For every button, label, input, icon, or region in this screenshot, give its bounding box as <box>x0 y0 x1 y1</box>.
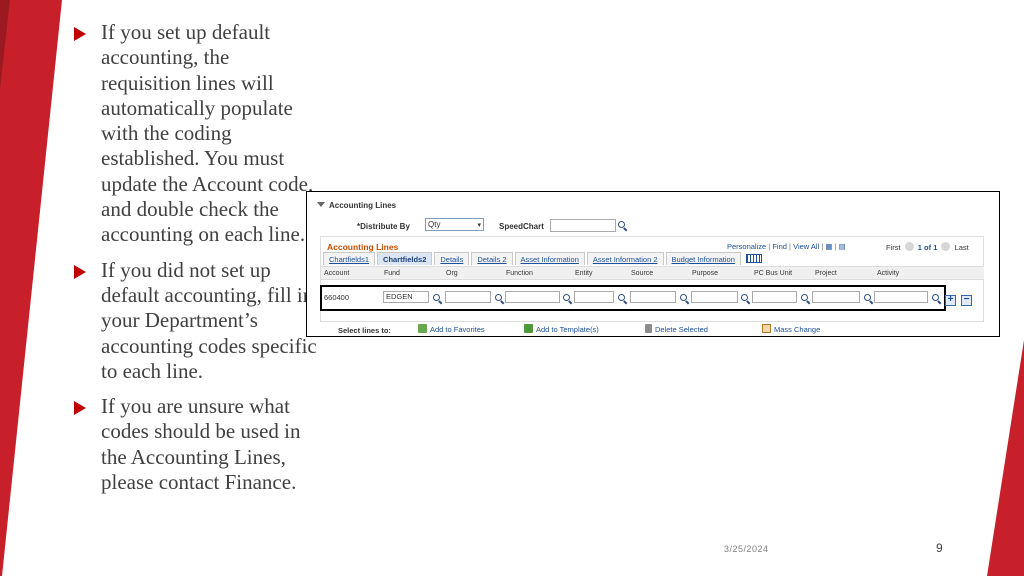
triangle-bullet-icon <box>74 264 86 279</box>
select-lines-label: Select lines to: <box>338 326 391 335</box>
tab-chartfields1[interactable]: Chartfields1 <box>323 252 376 265</box>
column-header: Source <box>631 270 654 277</box>
add-row-button[interactable]: + <box>945 295 956 306</box>
speedchart-input[interactable] <box>550 219 616 232</box>
column-header-row: Account Fund Org Function Entity Source … <box>321 266 984 280</box>
slide-page-number: 9 <box>936 541 943 555</box>
personalize-link[interactable]: Personalize <box>727 242 766 251</box>
previous-arrow-icon[interactable] <box>904 242 914 251</box>
grid-links: Personalize | Find | View All | ▦ | ▤ <box>727 242 846 251</box>
grid-tabs: Chartfields1 Chartfields2 Details Detail… <box>323 252 762 265</box>
column-header: Purpose <box>692 270 719 277</box>
column-header: Function <box>506 270 533 277</box>
bullet-item: If you are unsure what codes should be u… <box>74 394 319 495</box>
mass-change-link[interactable]: Mass Change <box>762 324 820 334</box>
first-link[interactable]: First <box>886 243 901 252</box>
distribute-by-select[interactable]: Qty ▾ <box>425 218 484 231</box>
triangle-bullet-icon <box>74 401 86 416</box>
view-all-link[interactable]: View All <box>793 242 819 251</box>
tab-details[interactable]: Details <box>434 252 470 265</box>
last-link[interactable]: Last <box>955 243 969 252</box>
grid-navigation: First 1 of 1 Last <box>886 242 969 252</box>
column-header: Account <box>324 270 350 277</box>
bullet-item: If you did not set up default accounting… <box>74 258 319 384</box>
bullet-text: If you did not set up default accounting… <box>101 257 317 383</box>
column-header: Org <box>446 270 458 277</box>
find-link[interactable]: Find <box>772 242 787 251</box>
add-to-favorites-link[interactable]: Add to Favorites <box>418 324 485 334</box>
distribute-by-label: *Distribute By <box>357 222 410 231</box>
tab-asset-information-2[interactable]: Asset Information 2 <box>586 252 664 265</box>
delete-selected-link[interactable]: Delete Selected <box>645 324 708 334</box>
favorites-icon <box>418 324 427 333</box>
add-to-template-link[interactable]: Add to Template(s) <box>524 324 599 334</box>
tab-budget-information[interactable]: Budget Information <box>665 252 741 265</box>
search-icon[interactable] <box>618 221 628 232</box>
trash-icon <box>645 324 652 333</box>
delete-row-button[interactable]: − <box>961 295 972 306</box>
grid-icon[interactable]: ▤ <box>839 242 846 251</box>
column-header: Fund <box>384 270 400 277</box>
slide-date: 3/25/2024 <box>724 544 769 554</box>
tab-asset-information[interactable]: Asset Information <box>514 252 585 265</box>
mass-change-icon <box>762 324 771 333</box>
accounting-lines-section-header[interactable]: Accounting Lines <box>317 201 396 210</box>
row-highlight-box <box>320 285 946 311</box>
column-header: PC Bus Unit <box>754 270 793 277</box>
accounting-lines-screenshot: Accounting Lines *Distribute By Qty ▾ Sp… <box>306 191 1000 337</box>
next-arrow-icon[interactable] <box>941 242 951 251</box>
column-header: Project <box>815 270 837 277</box>
show-all-columns-icon[interactable] <box>745 254 762 263</box>
speedchart-label: SpeedChart <box>499 222 544 231</box>
bullet-text: If you set up default accounting, the re… <box>101 20 314 247</box>
tab-chartfields2[interactable]: Chartfields2 <box>377 252 433 265</box>
triangle-bullet-icon <box>74 27 86 41</box>
bullet-list: If you set up default accounting, the re… <box>74 20 319 505</box>
collapse-triangle-icon[interactable] <box>317 202 325 207</box>
column-header: Entity <box>575 270 593 277</box>
grid-title: Accounting Lines <box>327 242 399 252</box>
column-header: Activity <box>877 270 900 277</box>
row-range: 1 of 1 <box>917 243 938 252</box>
bullet-text: If you are unsure what codes should be u… <box>101 394 301 495</box>
template-icon <box>524 324 533 333</box>
tab-details-2[interactable]: Details 2 <box>471 252 513 265</box>
chevron-down-icon: ▾ <box>477 222 481 229</box>
bullet-item: If you set up default accounting, the re… <box>74 20 319 248</box>
